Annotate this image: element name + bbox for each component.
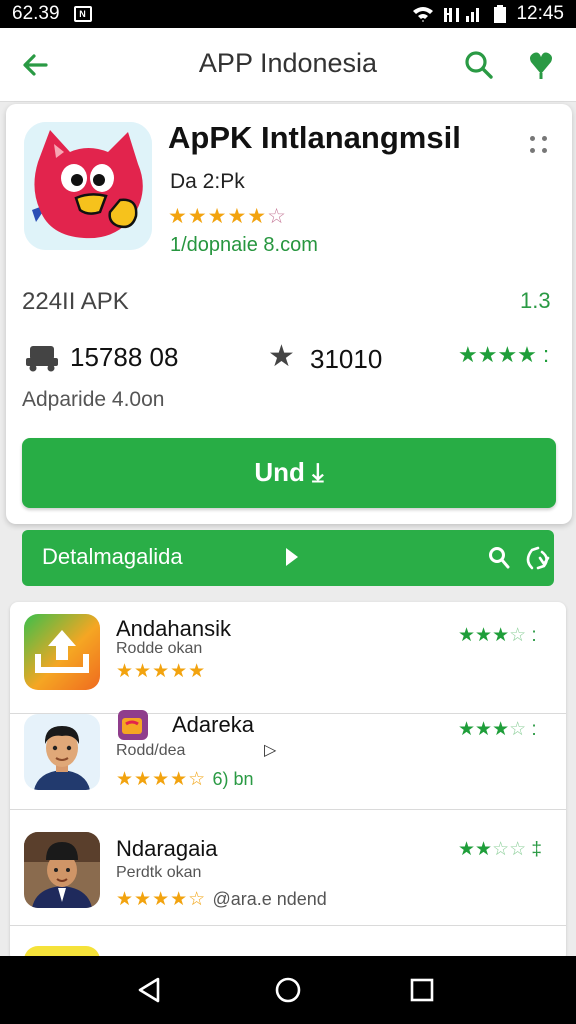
list-app-name: Adareka: [172, 712, 254, 737]
star-icon: ★: [268, 340, 295, 373]
recents-nav-icon[interactable]: [410, 976, 434, 1004]
list-item[interactable]: Ndaragaia Perdtk okan ★★★★☆ @ara.e ndend…: [10, 814, 566, 926]
home-nav-icon[interactable]: [274, 976, 302, 1004]
signal-icon: [444, 8, 480, 22]
score-star-empty: ☆: [509, 625, 527, 646]
apk-label: 224II APK: [22, 288, 129, 315]
wifi-icon: [413, 7, 434, 22]
app-detail-card: ApPK Intlanangmsil Da 2:Pk ★★★★★☆ 1/dopn…: [6, 104, 572, 524]
status-bar: 62.39 N 12:45: [0, 0, 576, 28]
app-icon[interactable]: [24, 122, 152, 250]
detail-label: Detalmagalida: [42, 544, 183, 569]
play-small-icon: ▷: [264, 742, 277, 759]
avatar: [24, 714, 100, 790]
download-truck-icon: [26, 346, 58, 372]
list-item[interactable]: Adareka Rodd/dea ▷ ★★★★☆ 6) bn ★★★☆ :: [10, 698, 566, 810]
website-link[interactable]: 1/dopnaie 8.com: [170, 234, 318, 257]
updated-info: Adparide 4.0on: [22, 388, 165, 411]
list-app-rating: ★★★★☆ 6) bn: [116, 768, 253, 791]
list-app-tag: 6) bn: [212, 769, 254, 789]
list-app-score: ★★★☆ :: [458, 624, 537, 647]
battery-icon: [494, 5, 507, 23]
list-rating-stars: ★★★★★: [116, 661, 207, 682]
download-count: 15788 08: [70, 342, 179, 372]
search-icon[interactable]: [488, 546, 510, 570]
app-name: ApPK Intlanangmsil: [168, 120, 461, 155]
score-stars: ★★★: [458, 625, 510, 646]
rating-stars: ★★★★★: [168, 205, 268, 228]
list-app-rating: ★★★★★: [116, 660, 206, 683]
avatar: [24, 832, 100, 908]
update-button[interactable]: Und ⤓: [22, 438, 556, 508]
more-options-icon[interactable]: [528, 132, 552, 156]
list-app-tag: @ara.e ndend: [212, 889, 327, 909]
review-count: 31010: [310, 344, 383, 374]
status-time-right: 12:45: [516, 3, 564, 24]
monster-mascot-icon: [24, 122, 152, 250]
back-nav-icon[interactable]: [136, 976, 162, 1004]
score-more[interactable]: ‡: [526, 839, 542, 860]
score-stars: ★★: [458, 839, 493, 860]
score-more[interactable]: :: [526, 625, 536, 646]
list-app-name: Ndaragaia: [116, 836, 218, 861]
list-app-rating: ★★★★☆ @ara.e ndend: [116, 888, 327, 911]
favorite-icon[interactable]: [528, 50, 554, 80]
list-app-name: Andahansik: [116, 616, 231, 641]
list-app-subtitle: Perdtk okan: [116, 864, 202, 881]
list-app-score: ★★★☆ :: [458, 718, 537, 741]
app-badge-icon: [118, 710, 148, 740]
list-app-subtitle: Rodde okan: [116, 640, 203, 657]
score-stars: ★★★: [458, 719, 510, 740]
play-icon[interactable]: [284, 546, 300, 568]
score-star-empty: ☆: [509, 719, 527, 740]
version-number: 1.3: [520, 288, 551, 313]
list-rating-stars: ★★★★☆: [116, 769, 207, 790]
score-more[interactable]: :: [526, 719, 536, 740]
developer-name[interactable]: Da 2:Pk: [170, 170, 245, 194]
green-rating-stars: ★★★★ :: [458, 342, 550, 367]
refresh-icon[interactable]: [522, 544, 554, 572]
app-bar: APP Indonesia: [0, 28, 576, 102]
status-time-left: 62.39: [12, 3, 60, 24]
download-app-icon: [24, 614, 100, 690]
list-app-score: ★★☆☆ ‡: [458, 838, 542, 861]
search-icon[interactable]: [464, 50, 494, 80]
navigation-bar: [0, 956, 576, 1024]
notification-icon: N: [73, 6, 92, 22]
app-rating: ★★★★★☆: [168, 204, 287, 229]
app-list: Andahansik Rodde okan ★★★★★ ★★★☆ : Adare…: [10, 602, 566, 962]
score-star-empty: ☆☆: [492, 839, 527, 860]
list-rating-stars: ★★★★☆: [116, 889, 207, 910]
rating-star-empty: ☆: [267, 205, 287, 228]
detail-bar[interactable]: Detalmagalida: [22, 530, 554, 586]
list-app-subtitle: Rodd/dea: [116, 742, 186, 759]
